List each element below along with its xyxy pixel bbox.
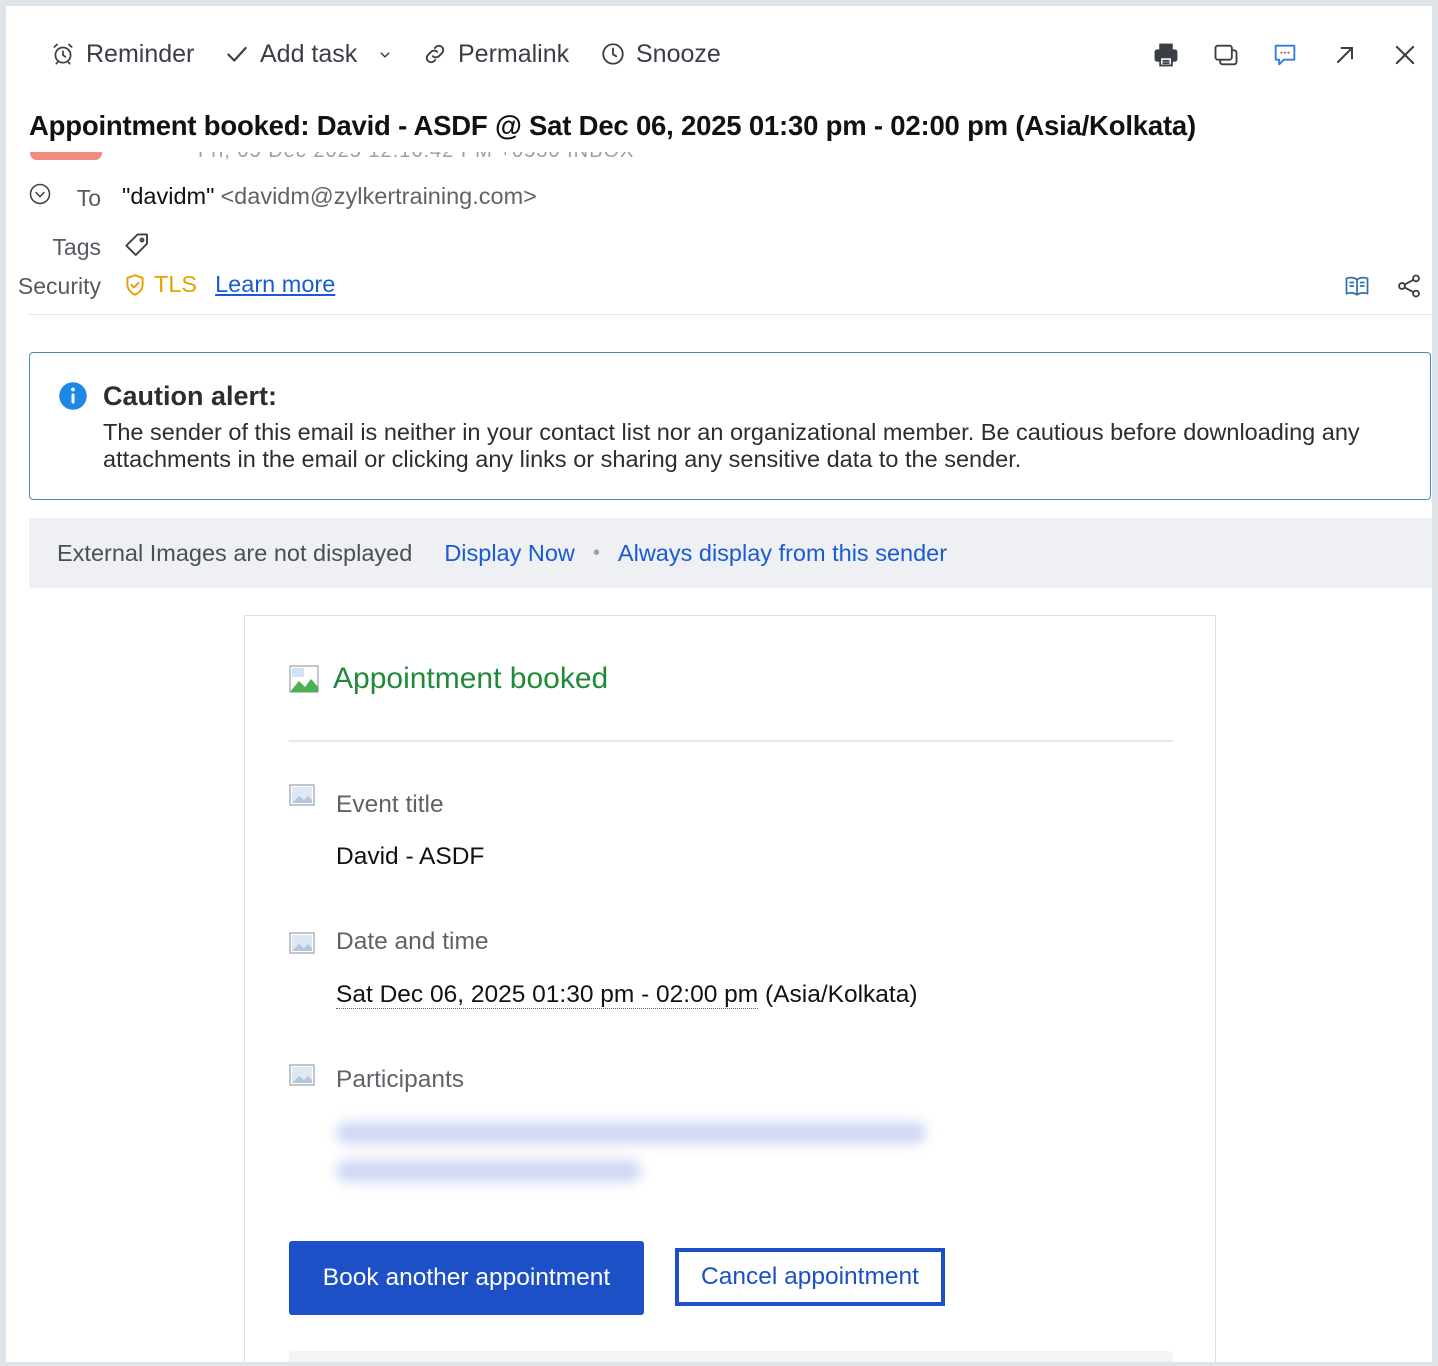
share-icon (1398, 274, 1420, 298)
add-task-button[interactable]: Add task (224, 34, 357, 74)
popout-icon (1214, 44, 1238, 66)
email-preview-window: Reminder Add task Permalink Snooze Appoi… (6, 6, 1432, 1362)
chat-button[interactable] (1270, 40, 1300, 70)
printer-icon (1154, 43, 1178, 67)
reader-icon (1345, 276, 1369, 296)
broken-image-icon (289, 784, 315, 806)
expand-details-toggle[interactable] (28, 182, 52, 206)
tags-label: Tags (52, 234, 101, 260)
to-recipient: "davidm" <davidm@zylkertraining.com> (122, 183, 537, 210)
display-now-link[interactable]: Display Now (444, 540, 575, 567)
tls-label: TLS (154, 271, 198, 297)
add-task-label: Add task (260, 39, 358, 68)
broken-image-icon (289, 932, 315, 954)
popout-button[interactable] (1211, 40, 1241, 70)
clipped-header-row: Fri, 05 Dec 2025 12:16:42 PM +0530 INBOX (28, 152, 668, 166)
info-icon (59, 382, 87, 410)
event-title-label: Event title (336, 791, 444, 818)
snooze-label: Snooze (636, 39, 721, 68)
email-subject: Appointment booked: David - ASDF @ Sat D… (29, 110, 1196, 141)
header-divider (28, 314, 1432, 315)
cancel-appointment-button[interactable]: Cancel appointment (675, 1248, 945, 1306)
permalink-label: Permalink (458, 39, 570, 68)
expand-button[interactable] (1330, 40, 1360, 70)
date-time-value[interactable]: Sat Dec 06, 2025 01:30 pm - 02:00 pm (336, 981, 759, 1009)
book-another-appointment-button[interactable]: Book another appointment (289, 1241, 644, 1315)
add-tag-button[interactable] (122, 230, 152, 260)
broken-image-icon (289, 665, 319, 693)
caution-body: The sender of this email is neither in y… (103, 419, 1360, 472)
chevron-down-icon (380, 52, 390, 58)
appointment-card: Appointment booked Event title David - A… (244, 615, 1216, 1362)
to-name[interactable]: "davidm" (122, 183, 214, 210)
caution-alert: Caution alert: The sender of this email … (29, 352, 1431, 500)
share-button[interactable] (1395, 272, 1423, 300)
always-display-link[interactable]: Always display from this sender (618, 540, 947, 567)
shield-icon (126, 273, 144, 296)
expand-icon (1337, 47, 1353, 63)
participants-redacted (336, 1122, 926, 1144)
chat-icon (1274, 44, 1296, 66)
close-button[interactable] (1390, 40, 1420, 70)
participants-redacted (336, 1160, 641, 1182)
close-icon (1395, 45, 1415, 65)
add-task-dropdown[interactable] (372, 40, 398, 70)
to-label: To (76, 185, 101, 211)
link-icon (425, 44, 445, 64)
external-images-text: External Images are not displayed (57, 539, 413, 566)
caution-title: Caution alert: (103, 381, 278, 411)
tag-icon (125, 233, 148, 256)
card-header: Appointment booked (289, 662, 608, 696)
card-divider (289, 740, 1173, 742)
clipped-header-text: Fri, 05 Dec 2025 12:16:42 PM +0530 INBOX (198, 152, 634, 163)
reader-view-button[interactable] (1343, 272, 1371, 300)
reminder-button[interactable]: Reminder (50, 34, 194, 74)
toolbar: Reminder Add task Permalink Snooze (6, 34, 1432, 86)
date-time-label: Date and time (336, 928, 489, 955)
link-separator: • (592, 541, 600, 564)
learn-more-link[interactable]: Learn more (215, 271, 335, 298)
event-title-value: David - ASDF (336, 843, 485, 870)
snooze-button[interactable]: Snooze (600, 34, 721, 74)
check-icon (227, 46, 247, 62)
card-footer (289, 1351, 1173, 1362)
external-images-bar: External Images are not displayed Displa… (29, 518, 1432, 588)
print-button[interactable] (1151, 40, 1181, 70)
reminder-label: Reminder (86, 39, 195, 68)
broken-image-icon (289, 1064, 315, 1086)
security-info: TLS Learn more (122, 271, 335, 298)
card-title: Appointment booked (333, 662, 609, 695)
alarm-icon (53, 43, 73, 65)
participants-label: Participants (336, 1066, 465, 1093)
permalink-button[interactable]: Permalink (422, 34, 569, 74)
date-time-row: Sat Dec 06, 2025 01:30 pm - 02:00 pm (As… (336, 981, 918, 1009)
timezone-value: (Asia/Kolkata) (758, 981, 918, 1008)
clock-icon (602, 43, 624, 65)
sender-badge (30, 152, 102, 160)
to-email[interactable]: <davidm@zylkertraining.com> (220, 183, 536, 210)
security-label: Security (17, 273, 101, 299)
expand-circle-icon (29, 183, 51, 205)
